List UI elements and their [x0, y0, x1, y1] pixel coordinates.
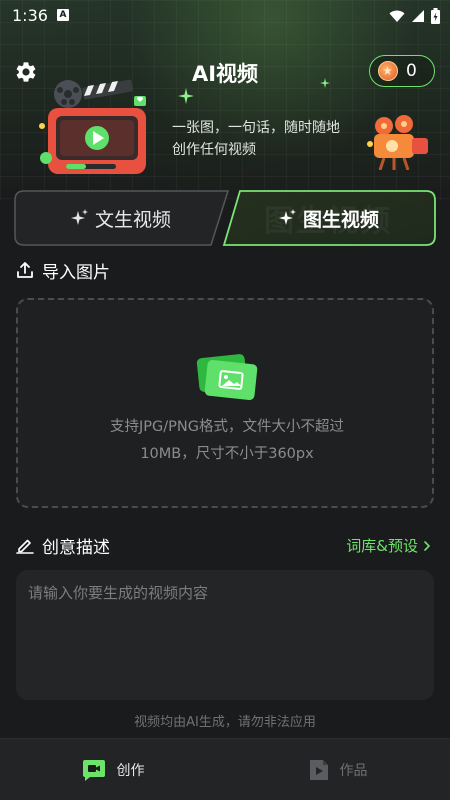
image-upload-area[interactable]: 支持JPG/PNG格式，文件大小不超过 10MB，尺寸不小于360px [16, 298, 434, 508]
page-title-text: AI视频 [191, 62, 259, 86]
signal-icon [412, 10, 424, 22]
hero-subtitle: 一张图，一句话，随时随地 创作任何视频 [172, 117, 372, 161]
library-presets-link[interactable]: 词库&预设 [346, 535, 432, 556]
sparkle-icon [178, 88, 194, 104]
upload-icon [17, 262, 33, 278]
hero-subtitle-line: 创作任何视频 [172, 142, 256, 158]
chevron-right-icon [424, 540, 431, 551]
status-icons [389, 8, 440, 24]
image-icon [196, 354, 258, 400]
video-camera-icon [82, 760, 105, 781]
library-presets-label: 词库&预设 [346, 537, 418, 555]
coin-icon [378, 61, 398, 81]
tab-label: 图生视频 [302, 208, 379, 231]
sparkle-icon [320, 78, 330, 88]
section-title: 创意描述 [42, 537, 110, 558]
description-box [16, 570, 434, 700]
wifi-icon [389, 10, 405, 22]
description-input[interactable] [28, 582, 422, 682]
film-reel-illustration [39, 79, 146, 174]
ai-disclaimer: 视频均由AI生成，请勿非法应用 [134, 715, 316, 730]
description-heading: 创意描述 [16, 533, 110, 558]
upload-hint-line: 支持JPG/PNG格式，文件大小不超过 [110, 419, 344, 435]
nav-works[interactable]: 作品 [225, 739, 450, 800]
nav-label: 作品 [339, 763, 368, 779]
play-file-icon [309, 760, 328, 780]
pencil-icon [16, 539, 34, 554]
status-bar: 1:36 A [0, 0, 450, 32]
hero-subtitle-line: 一张图，一句话，随时随地 [172, 120, 340, 136]
camera-illustration [367, 115, 428, 170]
status-time: 1:36 [12, 6, 48, 25]
coin-balance-button[interactable]: 0 [369, 55, 435, 87]
upload-hint-line: 10MB，尺寸不小于360px [140, 446, 314, 462]
nav-label: 创作 [116, 763, 145, 779]
status-notification-badge: A [57, 9, 69, 21]
import-image-heading: 导入图片 [16, 258, 110, 283]
nav-create[interactable]: 创作 [0, 739, 225, 800]
tab-image-to-video[interactable]: 图生视频 [222, 190, 436, 246]
sparkle-icon [70, 209, 88, 225]
coin-count: 0 [406, 61, 417, 81]
upload-hint: 支持JPG/PNG格式，文件大小不超过 10MB，尺寸不小于360px [58, 414, 396, 468]
sparkle-icon [278, 209, 296, 225]
tab-label: 文生视频 [94, 208, 171, 231]
section-title: 导入图片 [42, 262, 110, 283]
bottom-nav: 创作 作品 [0, 738, 450, 800]
tab-text-to-video[interactable]: 文生视频 [14, 190, 228, 246]
battery-icon [431, 8, 440, 24]
